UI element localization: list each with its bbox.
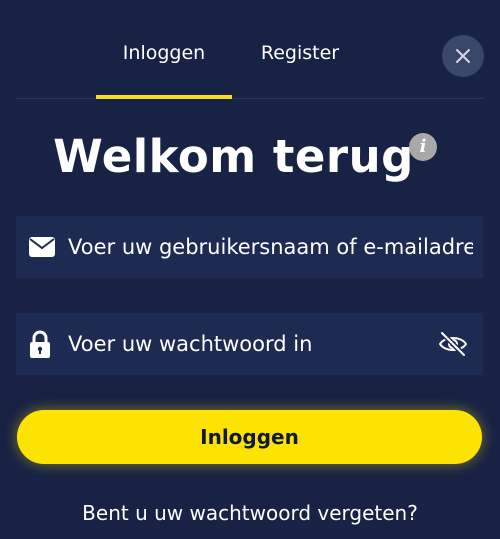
auth-tabs: Inloggen Register: [16, 0, 484, 99]
tab-register[interactable]: Register: [232, 42, 368, 98]
password-visibility-toggle[interactable]: [437, 313, 469, 375]
password-field: [16, 313, 483, 375]
forgot-password-link[interactable]: Bent u uw wachtwoord vergeten?: [0, 501, 500, 525]
tab-login[interactable]: Inloggen: [96, 42, 232, 98]
eye-slash-icon: [438, 331, 468, 357]
tab-register-label: Register: [260, 42, 340, 64]
tab-login-label: Inloggen: [122, 42, 206, 64]
login-button[interactable]: Inloggen: [17, 410, 482, 464]
username-field: [16, 216, 483, 278]
envelope-icon: [28, 216, 56, 278]
info-icon[interactable]: i: [409, 133, 437, 161]
active-tab-indicator: [96, 95, 232, 99]
page-title: Welkom terug: [53, 130, 414, 183]
close-icon: [456, 49, 470, 63]
username-input[interactable]: [68, 216, 473, 278]
lock-icon: [28, 313, 52, 375]
password-input[interactable]: [68, 313, 423, 375]
close-button[interactable]: [442, 35, 484, 77]
